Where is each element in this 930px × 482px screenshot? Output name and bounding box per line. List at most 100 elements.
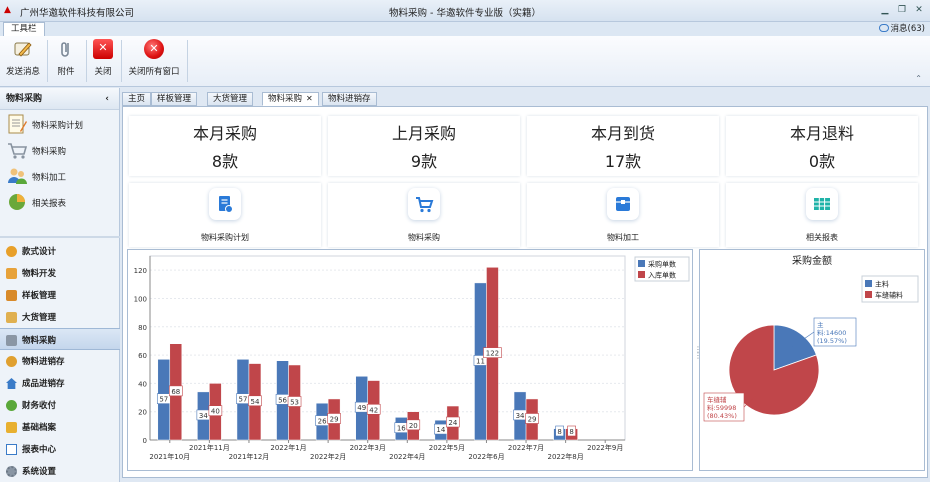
nav-item-label: 物料开发 [22, 269, 57, 279]
close-button[interactable]: ✕ 关闭 [90, 39, 116, 83]
stat-value: 8款 [211, 152, 239, 171]
sidebar-item-purchase-plan[interactable]: 物料采购计划 [0, 112, 120, 136]
quick-action-label: 物料采购 [408, 233, 440, 242]
stat-value: 17款 [604, 152, 642, 171]
data-label: 29 [330, 415, 339, 423]
pie-title: 采购金额 [792, 254, 832, 267]
nav-item-sample-mgmt[interactable]: 样板管理 [0, 284, 120, 306]
close-all-icon: ✕ [144, 39, 164, 59]
data-label: 53 [290, 398, 299, 406]
ribbon-divider [187, 40, 188, 82]
message-bubble-icon [878, 24, 889, 32]
quick-action-processing[interactable]: 物料加工 [527, 183, 719, 247]
annotation-text: 主 [817, 320, 824, 329]
nav-item-label: 财务收付 [22, 401, 57, 411]
quick-action-purchase-plan[interactable]: 物料采购计划 [129, 183, 321, 247]
attachment-button[interactable]: 附件 [52, 39, 80, 83]
legend-label: 车缝辅料 [875, 291, 903, 300]
bulk-icon [6, 312, 17, 323]
annotation-text: (19.57%) [817, 337, 847, 345]
nav-item-product-inventory[interactable]: 成品进销存 [0, 372, 120, 394]
close-all-windows-button[interactable]: ✕ 关闭所有窗口 [126, 39, 182, 83]
nav-item-label: 物料进销存 [22, 357, 65, 367]
notepad-icon [8, 114, 27, 134]
ribbon-collapse-icon[interactable]: ⌃ [915, 74, 922, 83]
data-label: 57 [238, 396, 247, 404]
tab-material-purchase[interactable]: 物料采购 ✕ [262, 92, 319, 106]
data-label: 56 [278, 396, 287, 404]
data-label: 29 [528, 415, 537, 423]
nav-item-bulk-mgmt[interactable]: 大货管理 [0, 306, 120, 328]
tab-close-icon[interactable]: ✕ [306, 94, 313, 103]
stat-title: 本月采购 [192, 124, 257, 143]
sample-icon [6, 290, 17, 301]
sidebar-item-label: 物料采购计划 [32, 121, 84, 131]
data-label: 54 [250, 398, 259, 406]
cart-icon [8, 143, 28, 159]
ribbon-toolbar: 发送消息 附件 ✕ 关闭 ✕ 关闭所有窗口 ⌃ [0, 36, 930, 87]
quick-action-reports[interactable]: 相关报表 [726, 183, 918, 247]
legend-swatch [638, 271, 645, 278]
pie-chart-panel: 采购金额主料:14600 (19.57%) 车缝辅 料:59998 (80.43%) 主料… [699, 249, 925, 471]
x-tick-label: 2022年4月 [389, 452, 425, 461]
nav-item-label: 样板管理 [22, 291, 57, 301]
data-label: 8 [557, 428, 561, 436]
tab-material-inventory[interactable]: 物料进销存 [322, 92, 377, 106]
ribbon-divider [121, 40, 122, 82]
sidebar-header: 物料采购 ‹ [0, 88, 119, 110]
nav-item-basic-archive[interactable]: 基础档案 [0, 416, 120, 438]
nav-item-report-center[interactable]: 报表中心 [0, 438, 120, 460]
nav-item-label: 物料采购 [22, 336, 57, 346]
quick-action-icon-box [607, 188, 639, 220]
nav-item-material-inventory[interactable]: 物料进销存 [0, 350, 120, 372]
data-label: 42 [369, 406, 378, 414]
data-label: 16 [397, 425, 406, 433]
quick-action-label: 物料加工 [607, 233, 639, 242]
sidebar-item-processing[interactable]: 物料加工 [0, 164, 120, 188]
messages-link[interactable]: 消息(63) [878, 22, 925, 36]
tab-bulk-mgmt[interactable]: 大货管理 [207, 92, 254, 106]
quick-action-label: 相关报表 [806, 233, 838, 242]
attachment-label: 附件 [57, 67, 75, 77]
x-tick-label: 2021年12月 [229, 452, 270, 461]
x-tick-label: 2022年3月 [350, 443, 386, 452]
minimize-icon[interactable]: ▁ [878, 4, 892, 16]
restore-icon[interactable]: ❐ [895, 4, 909, 16]
quick-action-purchase[interactable]: 物料采购 [328, 183, 520, 247]
x-tick-label: 2022年2月 [310, 452, 346, 461]
stat-card-last-month-purchase: 上月采购 9款 [328, 116, 520, 176]
legend-label: 主料 [875, 280, 889, 289]
nav-item-label: 系统设置 [22, 467, 57, 477]
pencil-message-icon [14, 42, 32, 57]
document-tabs: 主页 样板管理 大货管理 物料采购 ✕ 物料进销存 [122, 92, 930, 106]
nav-item-style-design[interactable]: 款式设计 [0, 240, 120, 262]
close-label: 关闭 [94, 67, 112, 77]
quick-action-label: 物料采购计划 [201, 233, 249, 242]
data-label: 49 [357, 404, 366, 412]
ribbon-divider [86, 40, 87, 82]
send-message-label: 发送消息 [5, 67, 40, 77]
close-window-icon[interactable]: ✕ [912, 4, 926, 16]
sidebar-divider [0, 236, 120, 238]
nav-item-label: 大货管理 [22, 313, 57, 323]
sidebar-collapse-icon[interactable]: ‹ [105, 88, 109, 110]
sidebar-item-purchase[interactable]: 物料采购 [0, 138, 120, 162]
x-tick-label: 2022年6月 [468, 452, 504, 461]
sidebar-item-reports[interactable]: 相关报表 [0, 190, 120, 214]
nav-item-material-purchase[interactable]: 物料采购 [0, 328, 120, 350]
people-icon [8, 168, 27, 184]
send-message-button[interactable]: 发送消息 [4, 39, 42, 83]
panel-splitter-handle[interactable]: ⋮ ⋮ [694, 346, 702, 367]
annotation-text: 料:14600 [817, 328, 846, 337]
nav-item-finance[interactable]: 财务收付 [0, 394, 120, 416]
finance-icon [6, 400, 17, 411]
tab-home[interactable]: 主页 [122, 92, 152, 106]
nav-item-system-settings[interactable]: 系统设置 [0, 460, 120, 482]
ribbon-tab-toolbar[interactable]: 工具栏 [3, 22, 45, 36]
nav-item-material-dev[interactable]: 物料开发 [0, 262, 120, 284]
ribbon-tab-strip: 工具栏 消息(63) [0, 22, 930, 36]
tab-sample-mgmt[interactable]: 样板管理 [151, 92, 198, 106]
data-label: 20 [409, 422, 418, 430]
main-content: 本月采购 8款 上月采购 9款 本月到货 17款 本月退料 0款 物料采购计划 [122, 106, 928, 478]
data-label: 24 [448, 419, 457, 427]
